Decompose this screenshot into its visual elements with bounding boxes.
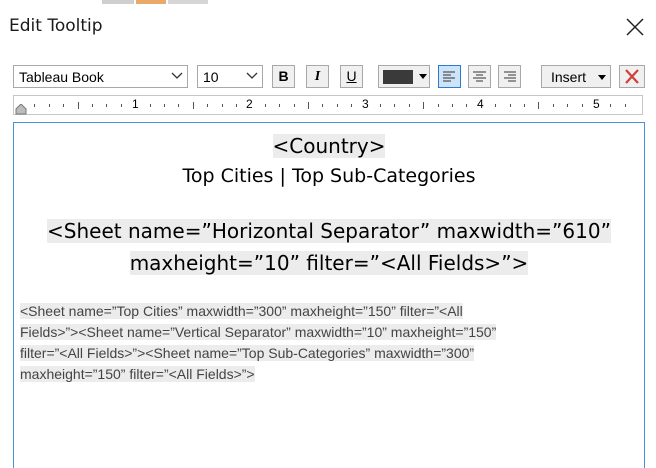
ruler-tick xyxy=(567,104,569,107)
insert-button[interactable]: Insert xyxy=(541,65,611,88)
ruler-tick xyxy=(524,104,525,107)
italic-button[interactable]: I xyxy=(306,65,329,88)
sheets-tag-line: maxheight=”150” filter=”<All Fields>”> xyxy=(20,366,255,382)
ruler-tick xyxy=(106,104,108,107)
ruler-tick xyxy=(581,104,583,107)
ruler-number: 1 xyxy=(132,97,139,111)
ruler-tick xyxy=(408,104,410,107)
ruler-tick xyxy=(236,104,237,107)
ruler-tick xyxy=(92,104,93,107)
align-left-icon xyxy=(443,71,455,82)
align-center-icon xyxy=(473,71,486,82)
ruler-tick xyxy=(437,104,439,107)
font-size-value: 10 xyxy=(203,69,219,85)
chevron-down-icon xyxy=(246,72,258,79)
ruler-tick xyxy=(149,104,151,107)
heading-separator: | xyxy=(279,165,286,187)
ruler-tick xyxy=(495,104,497,107)
ruler-number: 4 xyxy=(477,97,484,111)
align-right-icon xyxy=(504,71,516,82)
text-color-swatch xyxy=(383,70,413,84)
ruler-tick xyxy=(77,102,79,109)
formatting-toolbar: Tableau Book 10 B I U Insert xyxy=(0,60,656,90)
close-button[interactable] xyxy=(620,12,650,42)
ruler: 1 2 3 4 5 xyxy=(13,95,643,115)
ruler-tick xyxy=(308,102,309,109)
ruler-tick xyxy=(264,104,266,107)
ruler-tick xyxy=(34,104,36,107)
dialog-title: Edit Tooltip xyxy=(9,16,103,36)
ruler-tick xyxy=(221,104,223,107)
headings-line: Top Cities | Top Sub-Categories xyxy=(14,165,644,187)
underline-button[interactable]: U xyxy=(340,65,363,88)
sheets-tag-line: <Sheet name=”Top Cities” maxwidth=”300” … xyxy=(20,303,463,319)
top-cities-heading: Top Cities xyxy=(182,165,274,187)
insert-label: Insert xyxy=(551,69,587,85)
ruler-tick xyxy=(279,104,281,107)
bold-button[interactable]: B xyxy=(272,65,295,88)
ruler-tick xyxy=(336,104,338,107)
sheets-tag-line: filter=”<All Fields>”><Sheet name=”Top S… xyxy=(20,345,475,361)
clear-formatting-icon xyxy=(625,69,639,84)
ruler-tick xyxy=(164,104,165,107)
ruler-number: 3 xyxy=(362,97,369,111)
top-subcategories-heading: Top Sub-Categories xyxy=(291,165,476,187)
ruler-tick xyxy=(207,104,209,107)
ruler-tick xyxy=(351,104,353,107)
ruler-tick xyxy=(380,104,381,107)
close-icon xyxy=(626,18,644,36)
horizontal-separator-tag-part-1: <Sheet name=”Horizontal Separator” maxwi… xyxy=(47,219,611,243)
horizontal-separator-line-1: <Sheet name=”Horizontal Separator” maxwi… xyxy=(14,219,644,243)
sheets-tag-line: Fields>”><Sheet name=”Vertical Separator… xyxy=(20,324,497,340)
dialog-titlebar: Edit Tooltip xyxy=(0,6,656,48)
clear-formatting-button[interactable] xyxy=(619,65,645,88)
ruler-tick xyxy=(538,102,540,109)
tooltip-editor[interactable]: <Country> Top Cities | Top Sub-Categorie… xyxy=(13,122,645,468)
align-center-button[interactable] xyxy=(468,65,491,88)
ruler-tick xyxy=(394,104,396,107)
ruler-tick xyxy=(509,104,511,107)
font-family-select[interactable]: Tableau Book xyxy=(13,65,188,88)
country-line: <Country> xyxy=(14,134,644,158)
ruler-tick xyxy=(610,104,612,107)
ruler-tick xyxy=(178,104,180,107)
ruler-number: 2 xyxy=(246,97,253,111)
text-color-button[interactable] xyxy=(378,65,430,88)
ruler-number: 5 xyxy=(593,97,600,111)
ruler-tick xyxy=(452,104,453,107)
ruler-tick xyxy=(552,104,554,107)
sheets-tags-block: <Sheet name=”Top Cities” maxwidth=”300” … xyxy=(20,301,620,385)
align-right-button[interactable] xyxy=(498,65,521,88)
caret-down-icon xyxy=(598,75,606,80)
caret-down-icon xyxy=(419,74,427,79)
ruler-tick xyxy=(63,104,65,107)
ruler-tick xyxy=(423,102,425,109)
ruler-tick xyxy=(48,104,50,107)
font-family-value: Tableau Book xyxy=(19,69,104,85)
chevron-down-icon xyxy=(171,72,183,79)
font-size-select[interactable]: 10 xyxy=(197,65,263,88)
ruler-tick xyxy=(120,104,122,107)
horizontal-separator-line-2: maxheight=”10” filter=”<All Fields>”> xyxy=(14,251,644,275)
horizontal-separator-tag-part-2: maxheight=”10” filter=”<All Fields>”> xyxy=(129,251,529,275)
indent-marker-icon[interactable] xyxy=(15,104,27,115)
ruler-tick xyxy=(466,104,468,107)
align-left-button[interactable] xyxy=(438,65,461,88)
country-field: <Country> xyxy=(272,134,386,158)
ruler-tick xyxy=(624,104,626,107)
ruler-tick xyxy=(293,104,295,107)
ruler-tick xyxy=(322,104,324,107)
ruler-tick xyxy=(192,102,194,109)
